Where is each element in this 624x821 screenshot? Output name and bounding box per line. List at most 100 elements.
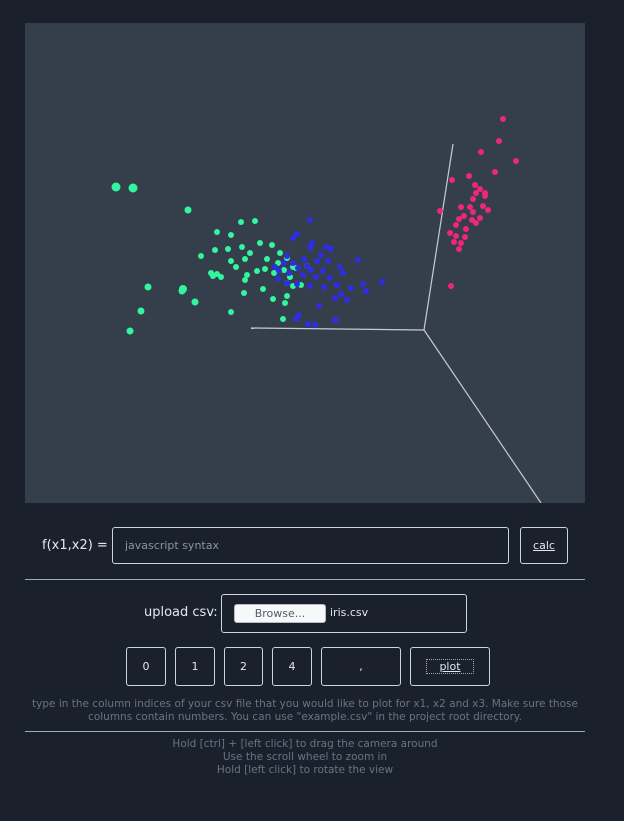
scatter-point-cluster-b <box>360 281 366 287</box>
scatter-point-cluster-b <box>294 281 300 287</box>
scatter-point-cluster-a <box>128 183 138 193</box>
formula-input[interactable] <box>112 527 509 564</box>
scatter-point-cluster-a <box>228 258 234 264</box>
scatter-point-cluster-b <box>325 258 331 264</box>
axis-line-z <box>423 329 542 503</box>
axis-line-x <box>250 327 425 331</box>
axis-line-y <box>423 143 454 331</box>
selected-file-name: iris.csv <box>330 606 369 619</box>
scatter-point-cluster-a <box>284 293 290 299</box>
hint-zoom: Use the scroll wheel to zoom in <box>222 751 388 763</box>
scatter-point-cluster-a <box>137 307 145 315</box>
column-x3-input[interactable] <box>224 647 263 686</box>
scatter-point-cluster-b <box>284 280 290 286</box>
scatter-point-cluster-b <box>321 284 327 290</box>
scatter-point-cluster-c <box>456 216 462 222</box>
scatter-point-cluster-b <box>307 283 313 289</box>
scatter-point-cluster-a <box>198 253 204 259</box>
scatter-point-cluster-a <box>277 250 283 256</box>
scatter-point-cluster-a <box>280 316 286 322</box>
scatter-point-cluster-a <box>264 256 270 262</box>
scatter-point-cluster-c <box>453 222 459 228</box>
scatter-point-cluster-b <box>293 316 299 322</box>
scatter-point-cluster-a <box>214 271 220 277</box>
scatter-point-cluster-a <box>238 219 244 225</box>
scatter-point-cluster-b <box>334 282 340 288</box>
scatter-point-cluster-b <box>344 297 350 303</box>
scatter-3d-view[interactable] <box>25 23 585 503</box>
scatter-point-cluster-b <box>308 267 314 273</box>
scatter-point-cluster-b <box>355 257 361 263</box>
scatter-point-cluster-a <box>225 246 231 252</box>
scatter-point-cluster-a <box>257 240 263 246</box>
scatter-point-cluster-a <box>281 267 287 273</box>
scatter-point-cluster-c <box>458 240 464 246</box>
hint-drag: Hold [ctrl] + [left click] to drag the c… <box>172 738 438 750</box>
scatter-point-cluster-a <box>184 206 192 214</box>
scatter-point-cluster-b <box>312 322 318 328</box>
scatter-point-cluster-c <box>472 182 478 188</box>
browse-button[interactable]: Browse... <box>234 604 326 623</box>
scatter-point-cluster-a <box>282 300 288 306</box>
scatter-point-cluster-a <box>252 218 258 224</box>
scatter-point-cluster-b <box>318 252 324 258</box>
scatter-point-cluster-b <box>363 288 369 294</box>
scatter-point-cluster-b <box>290 260 296 266</box>
scatter-point-cluster-a <box>228 309 234 315</box>
formula-row: f(x1,x2) = calc <box>0 527 624 567</box>
scatter-point-cluster-c <box>478 149 484 155</box>
scatter-point-cluster-c <box>463 226 469 232</box>
scatter-point-cluster-c <box>467 204 473 210</box>
scatter-point-cluster-c <box>449 177 455 183</box>
scatter-point-cluster-c <box>461 213 467 219</box>
column-x2-input[interactable] <box>175 647 215 686</box>
scatter-point-cluster-c <box>473 190 479 196</box>
calc-button[interactable]: calc <box>520 527 568 564</box>
scatter-point-cluster-c <box>477 215 483 221</box>
plot-button-label: plot <box>426 659 474 674</box>
plot-button[interactable]: plot <box>410 647 490 686</box>
scatter-point-cluster-a <box>191 298 199 306</box>
scatter-point-cluster-a <box>270 296 276 302</box>
scatter-point-cluster-c <box>492 169 498 175</box>
scatter-point-cluster-a <box>214 229 220 235</box>
delimiter-input[interactable] <box>321 647 401 686</box>
help-text: type in the column indices of your csv f… <box>32 698 578 723</box>
scatter-point-cluster-b <box>314 258 320 264</box>
scatter-point-cluster-c <box>513 158 519 164</box>
scatter-point-cluster-c <box>480 203 486 209</box>
scatter-point-cluster-b <box>290 235 296 241</box>
formula-label: f(x1,x2) = <box>42 538 108 553</box>
scatter-point-cluster-c <box>496 138 502 144</box>
scatter-point-cluster-a <box>228 232 234 238</box>
scatter-point-cluster-c <box>470 209 476 215</box>
scatter-point-cluster-c <box>469 217 475 223</box>
scatter-point-cluster-b <box>301 256 307 262</box>
divider <box>25 731 585 732</box>
scatter-point-cluster-b <box>295 265 301 271</box>
scatter-point-cluster-c <box>458 204 464 210</box>
scatter-point-cluster-a <box>144 283 152 291</box>
scatter-point-cluster-c <box>462 234 468 240</box>
scatter-point-cluster-c <box>451 239 457 245</box>
scatter-point-cluster-a <box>212 247 218 253</box>
column-label-input[interactable] <box>272 647 312 686</box>
scatter-point-cluster-a <box>111 182 121 192</box>
scatter-point-cluster-b <box>286 270 292 276</box>
plot-canvas[interactable] <box>25 23 585 503</box>
divider <box>25 579 585 580</box>
scatter-point-cluster-a <box>242 277 248 283</box>
csv-file-input[interactable]: Browse... iris.csv <box>221 594 467 633</box>
scatter-point-cluster-a <box>239 244 245 250</box>
scatter-point-cluster-b <box>284 253 290 259</box>
scatter-point-cluster-b <box>340 270 346 276</box>
scatter-point-cluster-c <box>500 116 506 122</box>
column-x1-input[interactable] <box>126 647 166 686</box>
scatter-point-cluster-c <box>482 193 488 199</box>
scatter-point-cluster-c <box>466 173 472 179</box>
scatter-point-cluster-c <box>456 246 462 252</box>
scatter-point-cluster-b <box>276 268 282 274</box>
scatter-point-cluster-b <box>379 279 385 285</box>
scatter-point-cluster-b <box>320 268 326 274</box>
scatter-point-cluster-a <box>241 290 247 296</box>
